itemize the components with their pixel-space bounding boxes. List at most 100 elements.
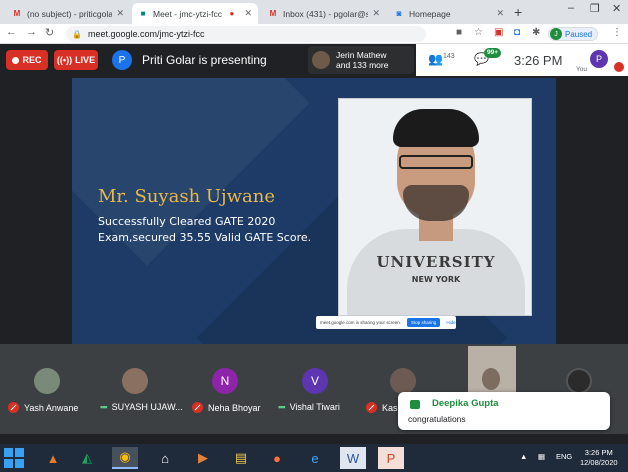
drive-icon[interactable]: ◭ bbox=[74, 447, 100, 469]
participant-name: Yash Anwane bbox=[24, 402, 79, 413]
participant-name: Vishal Tiwari bbox=[289, 402, 340, 412]
rec-label: REC bbox=[22, 55, 42, 65]
close-icon[interactable]: ✕ bbox=[372, 8, 380, 19]
avatar: J bbox=[550, 28, 562, 40]
share-notice: meet.google.com is sharing your screen. bbox=[320, 320, 402, 325]
broadcast-icon: ((•)) bbox=[56, 55, 73, 65]
star-icon[interactable]: ☆ bbox=[474, 27, 483, 38]
participant-avatar[interactable]: V bbox=[302, 368, 328, 394]
tray-arrow-icon[interactable]: ▲ bbox=[520, 452, 527, 461]
rec-button[interactable]: REC bbox=[6, 50, 48, 70]
live-button[interactable]: ((•)) LIVE bbox=[54, 50, 98, 70]
url-text: meet.google.com/jmc-ytzi-fcc bbox=[87, 29, 205, 39]
page-icon: ◙ bbox=[396, 9, 402, 18]
window-close-icon[interactable]: ✕ bbox=[612, 2, 621, 15]
tab-gmail-no-subject[interactable]: M (no subject) - priticgolar@ ✕ bbox=[6, 3, 130, 24]
recording-dot-icon: ● bbox=[229, 9, 235, 18]
meeting-time: 3:26 PM bbox=[514, 53, 563, 68]
puzzle-icon[interactable]: ✱ bbox=[532, 27, 540, 38]
self-label: You bbox=[576, 66, 587, 73]
meet-top-bar: REC ((•)) LIVE P Priti Golar is presenti… bbox=[0, 44, 628, 76]
participant-name-row: Yash Anwane bbox=[8, 402, 78, 413]
firefox-icon[interactable]: ● bbox=[264, 447, 290, 469]
participant-avatar[interactable] bbox=[390, 368, 416, 394]
tab-gmail-inbox[interactable]: M Inbox (431) - pgolar@stvin ✕ bbox=[262, 3, 386, 24]
new-tab-icon[interactable]: + bbox=[514, 4, 522, 20]
home-icon[interactable]: ⌂ bbox=[152, 447, 178, 469]
student-photo: UNIVERSITY NEW YORK bbox=[338, 98, 532, 316]
live-label: LIVE bbox=[75, 55, 96, 65]
tab-meet[interactable]: ■ Meet - jmc-ytzi-fcc ● ✕ bbox=[132, 3, 258, 24]
tab-homepage[interactable]: ◙ Homepage ✕ bbox=[388, 3, 510, 24]
windows-taskbar: ▲ ◭ ◉ ⌂ ▶ ▤ ● e W P ▲ ▦ ENG 3:26 PM 12/0… bbox=[0, 444, 628, 472]
back-icon[interactable]: ← bbox=[6, 26, 17, 38]
shirt-text: UNIVERSITY bbox=[376, 253, 496, 271]
slide-description: Successfully Cleared GATE 2020 Exam,secu… bbox=[98, 215, 312, 244]
tab-label: Meet - jmc-ytzi-fcc bbox=[153, 8, 222, 19]
language-indicator[interactable]: ENG bbox=[556, 452, 572, 461]
start-button[interactable] bbox=[4, 448, 26, 468]
participant-name: Kas bbox=[382, 402, 398, 413]
chat-notification[interactable]: Deepika Gupta congratulations bbox=[398, 392, 610, 430]
self-avatar[interactable]: P bbox=[590, 50, 608, 68]
search-extension-icon[interactable]: ◘ bbox=[514, 27, 520, 38]
chat-message: congratulations bbox=[408, 414, 466, 424]
system-clock[interactable]: 3:26 PM 12/08/2020 bbox=[580, 448, 618, 468]
close-icon[interactable]: ✕ bbox=[496, 8, 504, 19]
close-icon[interactable]: ✕ bbox=[116, 8, 124, 19]
browser-tab-strip: M (no subject) - priticgolar@ ✕ ■ Meet -… bbox=[0, 0, 628, 24]
chrome-icon[interactable]: ◉ bbox=[112, 447, 138, 469]
mic-off-icon bbox=[366, 402, 377, 413]
joiner-more: and 133 more bbox=[336, 60, 389, 70]
presenter-avatar: P bbox=[112, 50, 132, 70]
people-count: 143 bbox=[442, 53, 455, 60]
reload-icon[interactable]: ↻ bbox=[45, 26, 54, 39]
slide-title: Mr. Suyash Ujwane bbox=[98, 186, 276, 207]
menu-icon[interactable]: ⋮ bbox=[612, 27, 622, 38]
forward-icon[interactable]: → bbox=[26, 26, 37, 38]
file-explorer-icon[interactable]: ▤ bbox=[228, 447, 254, 469]
joiner-avatar bbox=[312, 51, 330, 69]
clock-time: 3:26 PM bbox=[584, 448, 613, 457]
network-icon[interactable]: ▦ bbox=[538, 452, 545, 461]
profile-button[interactable]: J Paused bbox=[548, 27, 599, 41]
camera-icon[interactable]: ■ bbox=[456, 27, 462, 38]
stop-sharing-button[interactable]: Stop sharing bbox=[407, 318, 441, 327]
tab-label: Inbox (431) - pgolar@stvin bbox=[283, 8, 369, 19]
participant-name: SUYASH UJAW... bbox=[111, 402, 183, 412]
browser-toolbar: ← → ↻ 🔒 meet.google.com/jmc-ytzi-fcc ■ ☆… bbox=[0, 24, 628, 44]
participant-name: Neha Bhoyar bbox=[208, 402, 261, 413]
mic-off-icon bbox=[192, 402, 203, 413]
tab-label: (no subject) - priticgolar@ bbox=[27, 8, 113, 19]
powerpoint-icon[interactable]: P bbox=[378, 447, 404, 469]
speaking-icon: ▪▪▪ bbox=[278, 402, 286, 412]
lock-icon: 🔒 bbox=[72, 29, 82, 39]
meet-icon: ■ bbox=[140, 9, 146, 18]
media-player-icon[interactable]: ▶ bbox=[190, 447, 216, 469]
presenter-status: Priti Golar is presenting bbox=[142, 53, 267, 67]
chat-icon bbox=[410, 400, 420, 409]
joiner-name: Jerin Mathew bbox=[336, 50, 387, 60]
minimize-icon[interactable]: – bbox=[568, 2, 574, 14]
close-icon[interactable]: ✕ bbox=[244, 8, 252, 19]
participant-name-row: ▪▪▪ SUYASH UJAW... bbox=[100, 402, 183, 412]
word-icon[interactable]: W bbox=[340, 447, 366, 469]
tab-label: Homepage bbox=[409, 8, 451, 19]
people-button[interactable]: 👥143 bbox=[428, 52, 455, 66]
mic-off-icon bbox=[614, 62, 624, 72]
maximize-icon[interactable]: ❐ bbox=[590, 2, 600, 15]
participant-name-row: ▪▪▪ Vishal Tiwari bbox=[278, 402, 340, 412]
internet-explorer-icon[interactable]: e bbox=[302, 447, 328, 469]
participant-avatar[interactable] bbox=[122, 368, 148, 394]
joiner-notification[interactable]: Jerin Mathew and 133 more bbox=[308, 46, 414, 74]
participant-name-row: Neha Bhoyar bbox=[192, 402, 261, 413]
matlab-icon[interactable]: ▲ bbox=[40, 447, 66, 469]
chat-badge: 99+ bbox=[484, 48, 502, 58]
extension-icon[interactable]: ▣ bbox=[494, 27, 503, 38]
participant-avatar[interactable] bbox=[34, 368, 60, 394]
presentation-stage: Mr. Suyash Ujwane Successfully Cleared G… bbox=[0, 76, 628, 344]
hide-button[interactable]: Hide bbox=[446, 320, 455, 325]
participant-avatar[interactable] bbox=[566, 368, 592, 394]
participant-avatar[interactable]: N bbox=[212, 368, 238, 394]
address-bar[interactable]: 🔒 meet.google.com/jmc-ytzi-fcc bbox=[66, 26, 426, 42]
